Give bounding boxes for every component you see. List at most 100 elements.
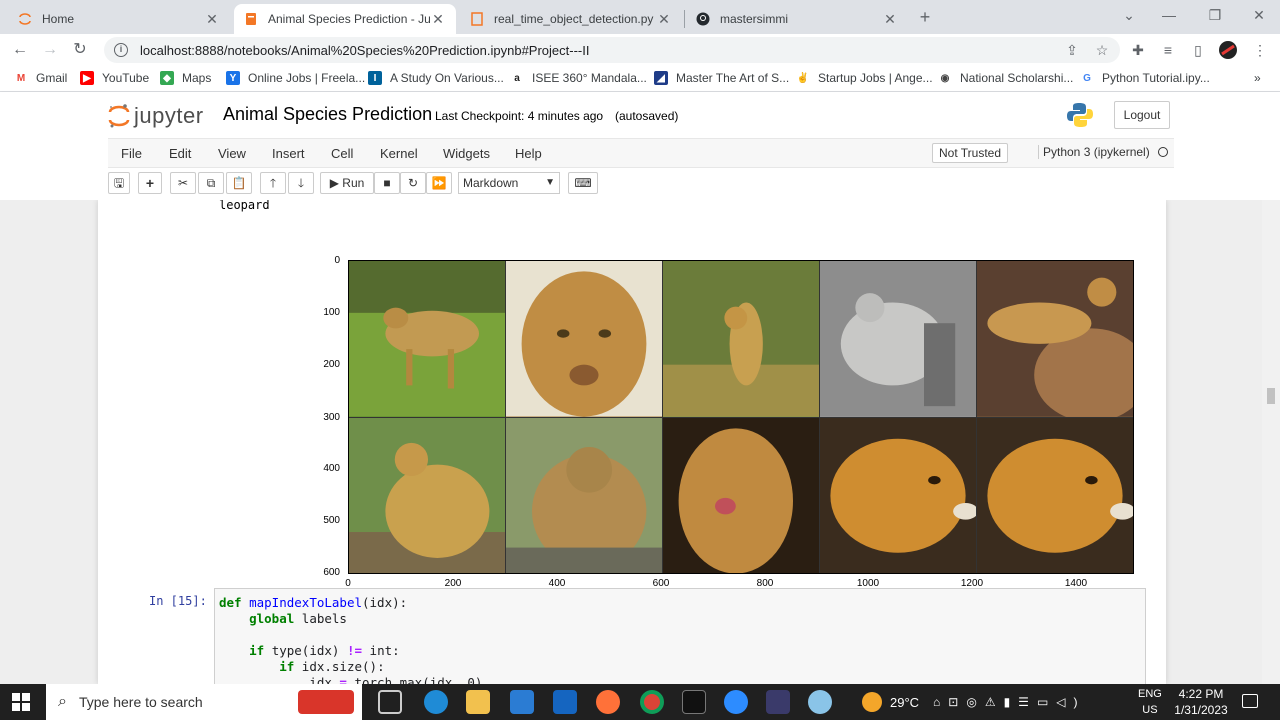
jupyter-toolbar: 🖫 + ✂ ⧉ 📋 🡑 🡓 ▶ Run ■ ↻ ⏩ Markdown ▼ ⌨ <box>108 172 1174 196</box>
reload-icon[interactable]: ↻ <box>68 38 92 62</box>
save-icon[interactable]: 🖫 <box>108 172 130 194</box>
code-cell-editor[interactable]: def mapIndexToLabel(idx): global labels … <box>214 588 1146 684</box>
weather-temp[interactable]: 29°C <box>890 695 919 710</box>
store-icon[interactable] <box>510 690 534 714</box>
terminal-icon[interactable] <box>682 690 706 714</box>
mail-icon[interactable] <box>553 690 577 714</box>
more-menu-icon[interactable]: ⋮ <box>1250 40 1270 60</box>
info-icon[interactable]: i <box>114 43 128 57</box>
windows-start-icon[interactable] <box>12 693 30 711</box>
more-bookmarks-icon[interactable]: » <box>1254 70 1261 86</box>
minimize-button[interactable]: — <box>1148 0 1190 30</box>
move-down-icon[interactable]: 🡓 <box>288 172 314 194</box>
zoom-icon[interactable] <box>724 690 748 714</box>
fast-forward-icon[interactable]: ⏩ <box>426 172 452 194</box>
bookmark-scholarship[interactable]: ◉ National Scholarshi... <box>938 70 1073 86</box>
bookmark-ieee[interactable]: I A Study On Various... <box>368 70 504 86</box>
extensions-icon[interactable]: ✚ <box>1128 40 1148 60</box>
back-icon[interactable]: ← <box>8 38 32 62</box>
bookmark-youtube[interactable]: ▶ YouTube <box>80 70 149 86</box>
paste-icon[interactable]: 📋 <box>226 172 252 194</box>
run-button[interactable]: ▶ Run <box>320 172 374 194</box>
tab-animal-species[interactable]: Animal Species Prediction - Jupyt ✕ <box>234 4 456 34</box>
stop-icon[interactable]: ■ <box>374 172 400 194</box>
chrome-icon[interactable] <box>640 690 664 714</box>
move-up-icon[interactable]: 🡑 <box>260 172 286 194</box>
menu-file[interactable]: File <box>121 146 142 161</box>
language-indicator[interactable]: ENG US <box>1138 686 1162 718</box>
bookmark-star-icon[interactable]: ☆ <box>1092 40 1112 60</box>
clock-time: 4:22 PM <box>1178 687 1224 701</box>
close-icon[interactable]: ✕ <box>204 11 220 28</box>
bookmark-freelancer[interactable]: Y Online Jobs | Freela... <box>226 70 365 86</box>
tab-github[interactable]: mastersimmi ✕ <box>686 4 908 34</box>
bookmark-amazon[interactable]: a ISEE 360° Mandala... <box>510 70 647 86</box>
tray-icons[interactable]: ⌂⊡◎⚠▮☰▭◁) <box>933 695 1085 709</box>
python-icon <box>1067 103 1093 127</box>
github-icon <box>696 12 710 26</box>
image-grid-plot: 0 100 200 300 400 500 600 0 200 400 600 … <box>198 226 1134 589</box>
tab-realtime-detection[interactable]: real_time_object_detection.py - J ✕ <box>460 4 682 34</box>
menu-edit[interactable]: Edit <box>169 146 191 161</box>
trust-status-button[interactable]: Not Trusted <box>932 143 1009 163</box>
lang-code: ENG <box>1138 688 1162 700</box>
app-icon[interactable] <box>766 690 790 714</box>
file-explorer-icon[interactable] <box>466 690 490 714</box>
taskbar-clock[interactable]: 4:22 PM 1/31/2023 <box>1166 686 1236 718</box>
close-icon[interactable]: ✕ <box>656 11 672 28</box>
y-tick-label: 200 <box>323 359 340 370</box>
side-panel-icon[interactable]: ▯ <box>1188 40 1208 60</box>
profile-avatar[interactable] <box>1218 40 1238 60</box>
notebook-site[interactable]: leopard 0 100 200 300 400 500 600 0 200 … <box>0 200 1262 684</box>
bookmark-master-art[interactable]: ◢ Master The Art of S... <box>654 70 789 86</box>
task-view-icon[interactable] <box>378 690 402 714</box>
output-text: leopard <box>219 200 270 212</box>
checkpoint-status: Last Checkpoint: 4 minutes ago <box>435 109 604 123</box>
cell-type-select[interactable]: Markdown ▼ <box>458 172 560 194</box>
menu-widgets[interactable]: Widgets <box>443 146 490 161</box>
menu-cell[interactable]: Cell <box>331 146 353 161</box>
menu-kernel[interactable]: Kernel <box>380 146 418 161</box>
window-close-button[interactable]: ✕ <box>1238 0 1280 30</box>
paint-icon[interactable] <box>808 690 832 714</box>
menu-view[interactable]: View <box>218 146 246 161</box>
menu-help[interactable]: Help <box>515 146 542 161</box>
new-tab-button[interactable]: + <box>914 6 936 28</box>
keyboard-icon[interactable]: ⌨ <box>568 172 598 194</box>
copy-icon[interactable]: ⧉ <box>198 172 224 194</box>
share-icon[interactable]: ⇪ <box>1062 40 1082 60</box>
bookmark-python-tutorial[interactable]: G Python Tutorial.ipy... <box>1080 70 1210 86</box>
page-scrollbar[interactable] <box>1262 200 1280 684</box>
scrollbar-thumb[interactable] <box>1267 388 1275 404</box>
chevron-down-icon[interactable]: ⌄ <box>1108 0 1150 30</box>
leopard-image-grid <box>348 260 1134 574</box>
insert-cell-icon[interactable]: + <box>138 172 162 194</box>
taskbar-search-box[interactable]: ⌕ Type here to search <box>46 684 362 720</box>
restore-button[interactable]: ❐ <box>1194 0 1236 30</box>
code-token: if <box>279 659 295 674</box>
address-bar[interactable]: i localhost:8888/notebooks/Animal%20Spec… <box>104 37 1120 63</box>
jupyter-logo[interactable]: jupyter <box>108 100 204 132</box>
code-token: idx <box>219 675 340 684</box>
close-icon[interactable]: ✕ <box>882 11 898 28</box>
menu-insert[interactable]: Insert <box>272 146 305 161</box>
close-icon[interactable]: ✕ <box>430 11 446 28</box>
logout-button[interactable]: Logout <box>1114 101 1170 129</box>
code-token: != <box>346 643 363 658</box>
reading-list-icon[interactable]: ≡ <box>1158 40 1178 60</box>
restart-icon[interactable]: ↻ <box>400 172 426 194</box>
bookmark-startup-jobs[interactable]: ✌ Startup Jobs | Ange... <box>796 70 933 86</box>
notification-icon[interactable] <box>1242 694 1258 708</box>
freelancer-icon: Y <box>226 71 240 85</box>
weather-icon[interactable] <box>862 692 882 712</box>
firefox-icon[interactable] <box>596 690 620 714</box>
jupyter-header: jupyter Animal Species Prediction Last C… <box>0 92 1280 200</box>
y-tick-label: 500 <box>323 515 340 526</box>
edge-icon[interactable] <box>424 690 448 714</box>
notebook-title[interactable]: Animal Species Prediction <box>223 104 432 125</box>
bookmark-maps[interactable]: ◆ Maps <box>160 70 211 86</box>
cut-icon[interactable]: ✂ <box>170 172 196 194</box>
forward-icon[interactable]: → <box>38 38 62 62</box>
tab-home[interactable]: Home ✕ <box>8 4 230 34</box>
bookmark-gmail[interactable]: M Gmail <box>14 70 67 86</box>
